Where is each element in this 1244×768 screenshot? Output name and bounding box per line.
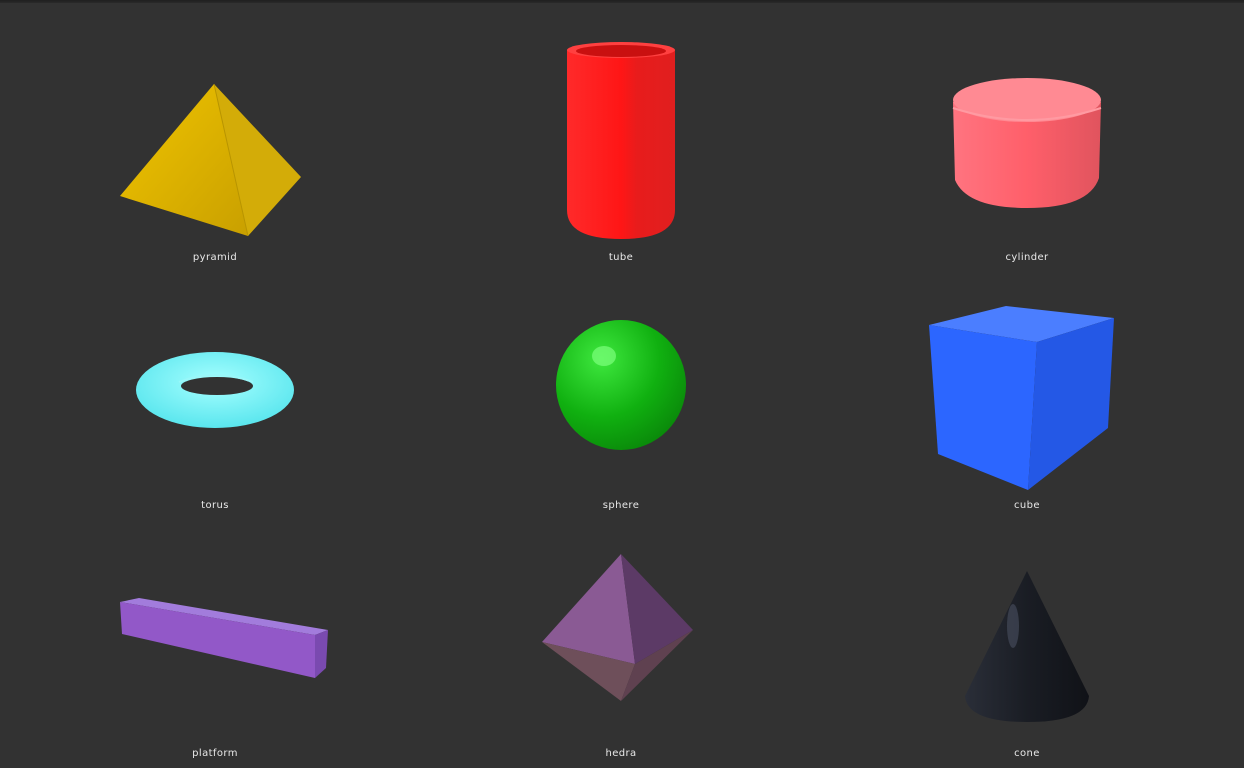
shape-card-cone[interactable]: cone [827, 516, 1227, 764]
shape-label-pyramid: pyramid [192, 252, 238, 263]
shape-label-sphere: sphere [602, 500, 640, 511]
shape-label-torus: torus [201, 500, 229, 511]
shape-label-cylinder: cylinder [1005, 252, 1049, 263]
pyramid-shape [120, 83, 301, 237]
tube-shape [567, 42, 675, 239]
shape-card-sphere[interactable]: sphere [421, 268, 821, 516]
shape-card-cube[interactable]: cube [827, 268, 1227, 516]
sphere-shape [556, 320, 686, 450]
cone-shape [965, 571, 1089, 722]
hedra-shape [542, 554, 693, 701]
shape-card-tube[interactable]: tube [421, 20, 821, 268]
shape-label-tube: tube [608, 252, 634, 263]
shape-gallery: pyramid tube cylinder torus sphere cube … [0, 0, 1244, 768]
shape-card-torus[interactable]: torus [15, 268, 415, 516]
shape-label-platform: platform [192, 748, 238, 759]
shape-card-pyramid[interactable]: pyramid [15, 20, 415, 268]
platform-shape [120, 598, 328, 678]
shape-card-hedra[interactable]: hedra [421, 516, 821, 764]
shape-label-cube: cube [1014, 500, 1040, 511]
cube-shape [929, 306, 1114, 490]
shape-card-cylinder[interactable]: cylinder [827, 20, 1227, 268]
shape-label-cone: cone [1014, 748, 1040, 759]
cylinder-shape [952, 78, 1102, 208]
shape-card-platform[interactable]: platform [15, 516, 415, 764]
shape-label-hedra: hedra [605, 748, 637, 759]
torus-shape [136, 352, 294, 428]
